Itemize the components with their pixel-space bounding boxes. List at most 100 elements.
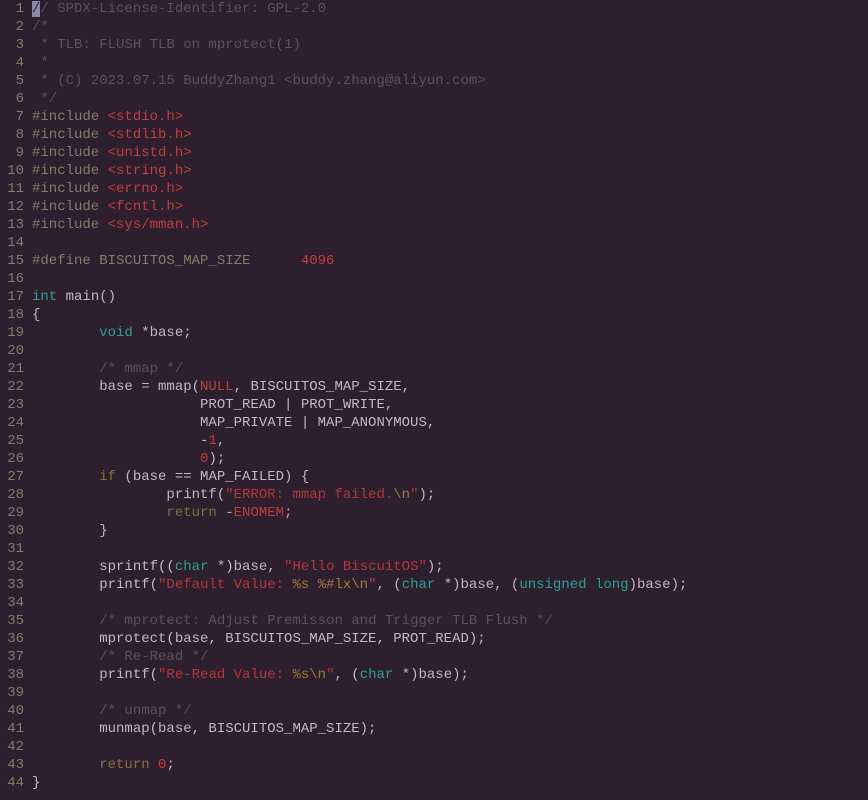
code-line[interactable]: return 0;: [32, 756, 868, 774]
code-line[interactable]: printf("Default Value: %s %#lx\n", (char…: [32, 576, 868, 594]
line-number: 39: [0, 684, 24, 702]
code-line[interactable]: #include <stdio.h>: [32, 108, 868, 126]
code-line[interactable]: [32, 684, 868, 702]
code-token: * TLB: FLUSH TLB on mprotect(1): [32, 37, 301, 53]
code-token: #include: [32, 109, 108, 125]
code-line[interactable]: #include <sys/mman.h>: [32, 216, 868, 234]
code-line[interactable]: /*: [32, 18, 868, 36]
code-area[interactable]: // SPDX-License-Identifier: GPL-2.0/* * …: [28, 0, 868, 792]
code-line[interactable]: mprotect(base, BISCUITOS_MAP_SIZE, PROT_…: [32, 630, 868, 648]
code-token: printf(: [32, 487, 225, 503]
code-line[interactable]: [32, 540, 868, 558]
code-line[interactable]: return -ENOMEM;: [32, 504, 868, 522]
code-line[interactable]: #include <fcntl.h>: [32, 198, 868, 216]
code-line[interactable]: /* unmap */: [32, 702, 868, 720]
line-number: 13: [0, 216, 24, 234]
line-number: 18: [0, 306, 24, 324]
code-token: *: [32, 55, 49, 71]
code-token: *)base);: [393, 667, 469, 683]
line-number: 30: [0, 522, 24, 540]
code-token: [32, 361, 99, 377]
code-editor[interactable]: 1234567891011121314151617181920212223242…: [0, 0, 868, 792]
code-token: ;: [166, 757, 174, 773]
code-line[interactable]: /* mprotect: Adjust Premisson and Trigge…: [32, 612, 868, 630]
code-token: char: [175, 559, 209, 575]
line-number: 42: [0, 738, 24, 756]
line-number: 35: [0, 612, 24, 630]
code-line[interactable]: #define BISCUITOS_MAP_SIZE 4096: [32, 252, 868, 270]
code-line[interactable]: [32, 594, 868, 612]
code-line[interactable]: /* Re-Read */: [32, 648, 868, 666]
code-token: [32, 343, 40, 359]
code-token: /* unmap */: [99, 703, 191, 719]
code-token: <unistd.h>: [108, 145, 192, 161]
code-line[interactable]: printf("Re-Read Value: %s\n", (char *)ba…: [32, 666, 868, 684]
code-token: "Re-Read Value:: [158, 667, 292, 683]
code-line[interactable]: #include <string.h>: [32, 162, 868, 180]
code-token: / SPDX-License-Identifier: GPL-2.0: [40, 1, 326, 17]
code-line[interactable]: -1,: [32, 432, 868, 450]
code-token: [32, 757, 99, 773]
code-line[interactable]: base = mmap(NULL, BISCUITOS_MAP_SIZE,: [32, 378, 868, 396]
code-line[interactable]: #include <unistd.h>: [32, 144, 868, 162]
line-number: 20: [0, 342, 24, 360]
code-token: char: [402, 577, 436, 593]
code-line[interactable]: [32, 342, 868, 360]
code-line[interactable]: sprintf((char *)base, "Hello BiscuitOS")…: [32, 558, 868, 576]
line-number: 26: [0, 450, 24, 468]
code-line[interactable]: *: [32, 54, 868, 72]
line-number: 10: [0, 162, 24, 180]
line-number: 36: [0, 630, 24, 648]
line-number: 44: [0, 774, 24, 792]
code-line[interactable]: // SPDX-License-Identifier: GPL-2.0: [32, 0, 868, 18]
code-token: [32, 451, 200, 467]
code-token: [32, 739, 40, 755]
code-token: (base == MAP_FAILED) {: [116, 469, 309, 485]
code-token: %s %#lx\n: [292, 577, 368, 593]
code-token: , (: [376, 577, 401, 593]
code-line[interactable]: [32, 234, 868, 252]
code-line[interactable]: /* mmap */: [32, 360, 868, 378]
code-line[interactable]: [32, 738, 868, 756]
code-token: \n: [393, 487, 410, 503]
code-token: 4096: [301, 253, 335, 269]
code-line[interactable]: #include <stdlib.h>: [32, 126, 868, 144]
code-line[interactable]: {: [32, 306, 868, 324]
code-token: long: [595, 577, 629, 593]
code-line[interactable]: * (C) 2023.07.15 BuddyZhang1 <buddy.zhan…: [32, 72, 868, 90]
line-number: 32: [0, 558, 24, 576]
line-number: 5: [0, 72, 24, 90]
code-token: #include: [32, 199, 108, 215]
code-token: *base;: [133, 325, 192, 341]
code-token: );: [427, 559, 444, 575]
code-token: <stdio.h>: [108, 109, 184, 125]
line-number: 3: [0, 36, 24, 54]
code-line[interactable]: [32, 270, 868, 288]
code-line[interactable]: * TLB: FLUSH TLB on mprotect(1): [32, 36, 868, 54]
code-token: [32, 649, 99, 665]
code-token: [32, 541, 40, 557]
code-line[interactable]: */: [32, 90, 868, 108]
code-token: <sys/mman.h>: [108, 217, 209, 233]
code-line[interactable]: }: [32, 522, 868, 540]
code-token: ENOMEM: [234, 505, 284, 521]
code-line[interactable]: if (base == MAP_FAILED) {: [32, 468, 868, 486]
code-line[interactable]: printf("ERROR: mmap failed.\n");: [32, 486, 868, 504]
code-line[interactable]: 0);: [32, 450, 868, 468]
code-line[interactable]: #include <errno.h>: [32, 180, 868, 198]
code-line[interactable]: int main(): [32, 288, 868, 306]
code-token: printf(: [32, 667, 158, 683]
code-token: [32, 271, 40, 287]
line-number: 29: [0, 504, 24, 522]
code-token: )base);: [629, 577, 688, 593]
code-line[interactable]: MAP_PRIVATE | MAP_ANONYMOUS,: [32, 414, 868, 432]
code-line[interactable]: munmap(base, BISCUITOS_MAP_SIZE);: [32, 720, 868, 738]
code-line[interactable]: }: [32, 774, 868, 792]
code-line[interactable]: PROT_READ | PROT_WRITE,: [32, 396, 868, 414]
code-token: #include: [32, 217, 108, 233]
code-token: #include: [32, 127, 108, 143]
line-number: 9: [0, 144, 24, 162]
code-line[interactable]: void *base;: [32, 324, 868, 342]
line-number: 21: [0, 360, 24, 378]
line-number: 25: [0, 432, 24, 450]
